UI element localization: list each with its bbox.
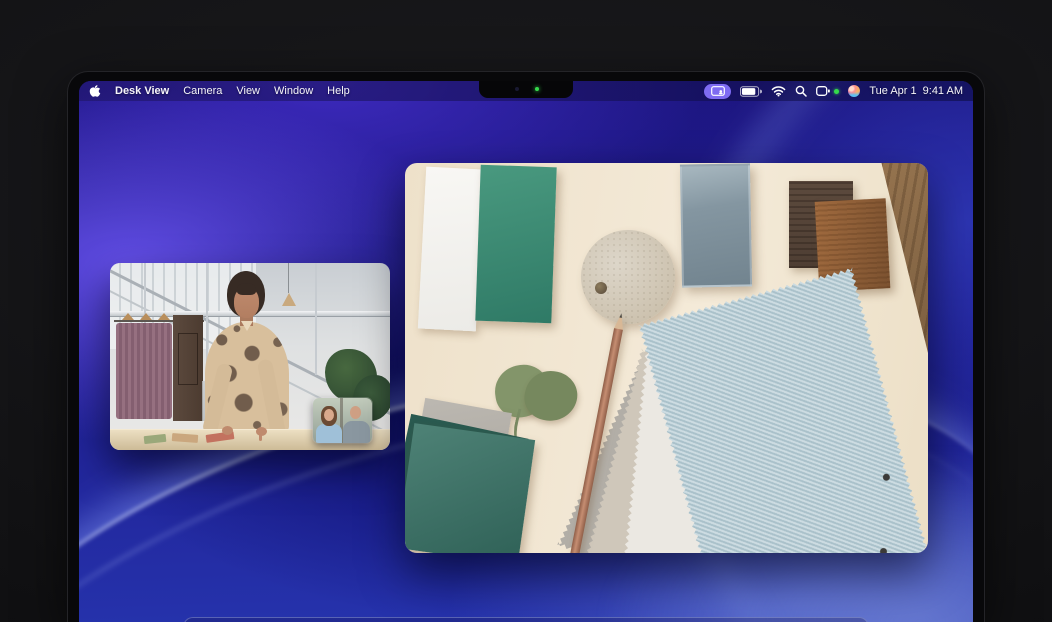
- hanger: [158, 313, 170, 320]
- hanger: [122, 313, 134, 320]
- fabric-snap: [879, 547, 888, 553]
- teal-square-sample: [405, 423, 535, 553]
- blue-gray-tile-sample: [680, 163, 752, 287]
- video-call-window[interactable]: [110, 263, 390, 450]
- presenter-face: [234, 287, 259, 318]
- facetime-camera-lens: [515, 87, 519, 91]
- macbook-frame: Desk View Camera View Window Help: [68, 72, 984, 622]
- desk-swatch: [172, 433, 198, 443]
- menu-app-name[interactable]: Desk View: [115, 85, 169, 97]
- apple-logo-icon[interactable]: [89, 85, 101, 98]
- call-participants-pip[interactable]: [313, 398, 372, 443]
- display-icon[interactable]: [816, 86, 830, 96]
- hanger: [140, 313, 152, 320]
- hanging-garments: [116, 323, 172, 419]
- background-window-edge[interactable]: [183, 617, 869, 622]
- menu-item-view[interactable]: View: [236, 85, 260, 97]
- spotlight-search-icon[interactable]: [795, 85, 807, 97]
- battery-icon[interactable]: [740, 86, 762, 97]
- cabinet: [173, 315, 203, 421]
- desk-view-window[interactable]: [405, 163, 928, 553]
- fabric-snap: [882, 473, 891, 482]
- participant-woman-shirt: [316, 424, 342, 443]
- menu-bar-clock[interactable]: Tue Apr 1 9:41 AM: [869, 85, 963, 97]
- white-tile-sample: [418, 167, 484, 332]
- pendant-lamp: [282, 293, 296, 306]
- participant-man-shirt: [343, 421, 370, 443]
- camera-active-light: [535, 87, 539, 91]
- desktop-background: Desk View Camera View Window Help: [0, 0, 1052, 622]
- camera-notch: [479, 81, 573, 98]
- participant-man-face: [350, 406, 361, 419]
- participant-woman-face: [324, 409, 334, 421]
- camera-in-use-dot: [834, 89, 839, 94]
- menu-item-camera[interactable]: Camera: [183, 85, 222, 97]
- macbook-screen: Desk View Camera View Window Help: [79, 81, 973, 622]
- presenter-hand: [222, 426, 233, 435]
- wifi-icon[interactable]: [771, 85, 786, 97]
- screen-sharing-indicator-icon[interactable]: [704, 84, 731, 99]
- felt-disc-hole: [595, 282, 607, 294]
- menu-item-help[interactable]: Help: [327, 85, 350, 97]
- column: [315, 263, 317, 375]
- menu-item-window[interactable]: Window: [274, 85, 313, 97]
- felt-disc-sample: [581, 230, 675, 324]
- presenter-pointing-hand: [256, 427, 267, 436]
- clock-date: Tue Apr 1: [869, 85, 916, 97]
- clock-time: 9:41 AM: [923, 85, 963, 97]
- teal-tile-sample: [475, 165, 556, 324]
- siri-icon[interactable]: [848, 85, 860, 97]
